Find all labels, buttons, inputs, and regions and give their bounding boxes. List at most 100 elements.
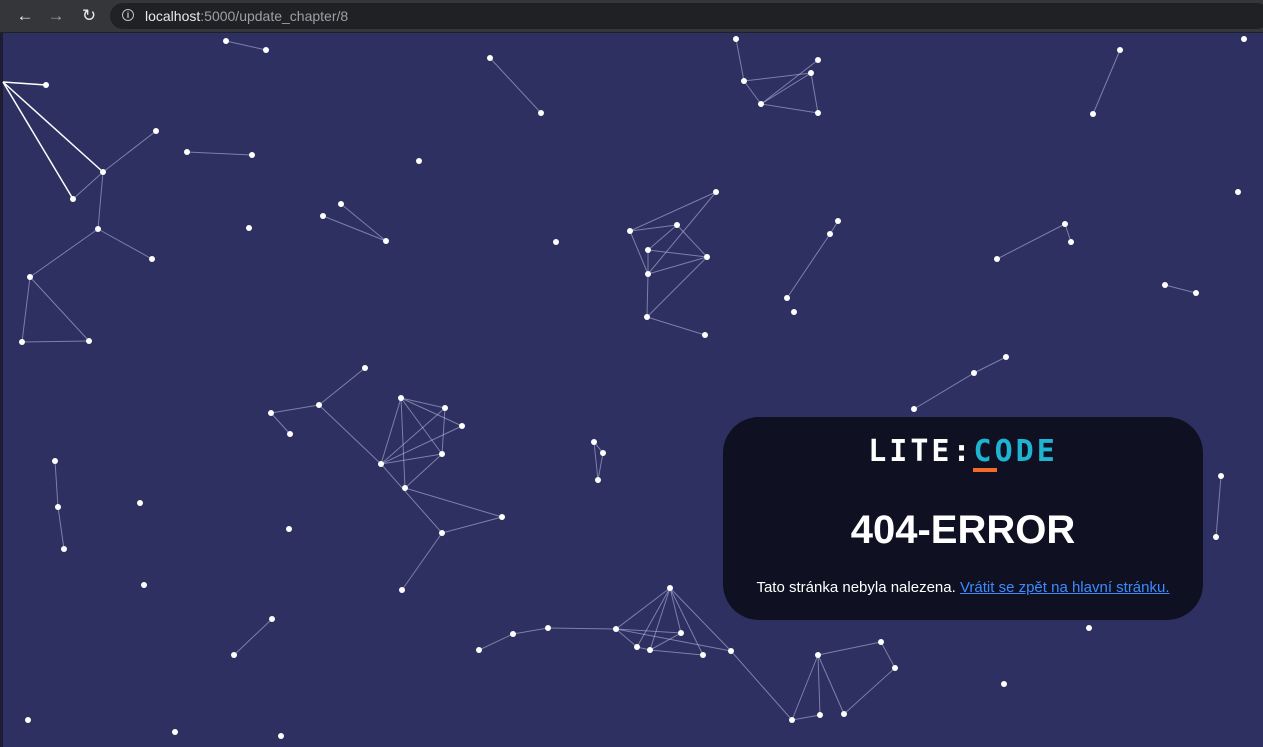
particle-dot: [892, 665, 898, 671]
particle-link: [489, 57, 542, 114]
particle-dot: [510, 631, 516, 637]
particle-link: [880, 641, 896, 669]
logo-colon: :: [952, 434, 974, 469]
particle-dot: [741, 78, 747, 84]
particle-dot: [70, 196, 76, 202]
particle-link: [547, 627, 617, 630]
particle-dot: [268, 410, 274, 416]
particle-dot: [137, 500, 143, 506]
reload-icon[interactable]: ↻: [78, 5, 100, 27]
particle-link: [730, 650, 793, 721]
particle-link: [817, 641, 882, 656]
particle-link: [735, 38, 745, 82]
particle-link: [973, 356, 1007, 374]
particle-dot: [499, 514, 505, 520]
url-host: localhost: [145, 8, 201, 24]
particle-dot: [223, 38, 229, 44]
particle-dot: [994, 256, 1000, 262]
particle-link: [1092, 49, 1121, 115]
particle-link: [322, 215, 387, 242]
particle-dot: [383, 238, 389, 244]
error-card: LITE:CODE 404-ERROR Tato stránka nebyla …: [723, 417, 1203, 620]
particle-dot: [399, 587, 405, 593]
particle-dot: [442, 405, 448, 411]
particle-dot: [362, 365, 368, 371]
particle-link: [615, 587, 671, 630]
particle-dot: [19, 339, 25, 345]
particle-link: [21, 340, 90, 343]
particle-dot: [595, 477, 601, 483]
particle-dot: [439, 530, 445, 536]
particle-link-bright: [2, 81, 47, 86]
particle-dot: [286, 526, 292, 532]
particle-link: [843, 667, 896, 715]
particle-link: [593, 441, 599, 481]
particle-dot: [1235, 189, 1241, 195]
particle-dot: [86, 338, 92, 344]
particle-dot: [61, 546, 67, 552]
particle-dot: [149, 256, 155, 262]
back-arrow-icon[interactable]: ←: [14, 5, 36, 27]
particle-link: [676, 224, 708, 258]
particle-dot: [1090, 111, 1096, 117]
particle-dot: [402, 485, 408, 491]
url-text[interactable]: localhost:5000/update_chapter/8: [145, 8, 348, 24]
particle-dot: [827, 231, 833, 237]
particle-dot: [153, 128, 159, 134]
particle-dot: [784, 295, 790, 301]
particle-link: [1215, 475, 1222, 538]
particle-dot: [1062, 221, 1068, 227]
particle-dot: [287, 431, 293, 437]
particle-dot: [613, 626, 619, 632]
particle-link: [647, 249, 708, 258]
particle-dot: [702, 332, 708, 338]
url-path: :5000/update_chapter/8: [200, 8, 349, 24]
particle-dot: [1241, 36, 1247, 42]
home-link[interactable]: Vrátit se zpět na hlavní stránku.: [960, 579, 1170, 596]
particle-link: [97, 228, 153, 260]
particle-link: [791, 714, 821, 721]
particle-dot: [184, 149, 190, 155]
particle-link: [102, 130, 157, 173]
particle-dot: [141, 582, 147, 588]
particle-dot: [815, 110, 821, 116]
particle-dot: [172, 729, 178, 735]
particle-link: [57, 506, 65, 550]
particle-link: [597, 452, 604, 481]
particle-link: [441, 407, 446, 455]
particle-dot: [1213, 534, 1219, 540]
particle-dot: [713, 189, 719, 195]
particle-dot: [1003, 354, 1009, 360]
particle-link: [225, 40, 267, 51]
particle-dot: [647, 647, 653, 653]
particle-link: [629, 230, 649, 275]
particle-link: [647, 224, 678, 251]
particle-link: [380, 463, 443, 534]
address-bar[interactable]: i localhost:5000/update_chapter/8: [110, 3, 1263, 29]
particle-link: [743, 80, 762, 105]
particle-link: [649, 649, 704, 656]
particle-dot: [667, 585, 673, 591]
particle-dot: [398, 395, 404, 401]
particle-link: [760, 59, 819, 105]
logo-code-text: CODE: [973, 434, 1058, 469]
particle-link: [810, 72, 819, 114]
site-info-icon[interactable]: i: [122, 9, 134, 21]
particle-dot: [591, 439, 597, 445]
particle-dot: [835, 218, 841, 224]
particle-link: [913, 372, 975, 410]
particle-background: LITE:CODE 404-ERROR Tato stránka nebyla …: [0, 33, 1263, 747]
particle-dot: [316, 402, 322, 408]
forward-arrow-icon[interactable]: →: [45, 5, 67, 27]
particle-dot: [43, 82, 49, 88]
particle-link: [186, 151, 253, 156]
particle-dot: [1193, 290, 1199, 296]
particle-dot: [971, 370, 977, 376]
particle-dot: [700, 652, 706, 658]
particle-link: [21, 276, 31, 343]
lite-code-logo: LITE:CODE: [723, 435, 1203, 469]
particle-dot: [231, 652, 237, 658]
particle-link: [786, 233, 831, 299]
particle-dot: [841, 711, 847, 717]
particle-link: [29, 228, 99, 278]
